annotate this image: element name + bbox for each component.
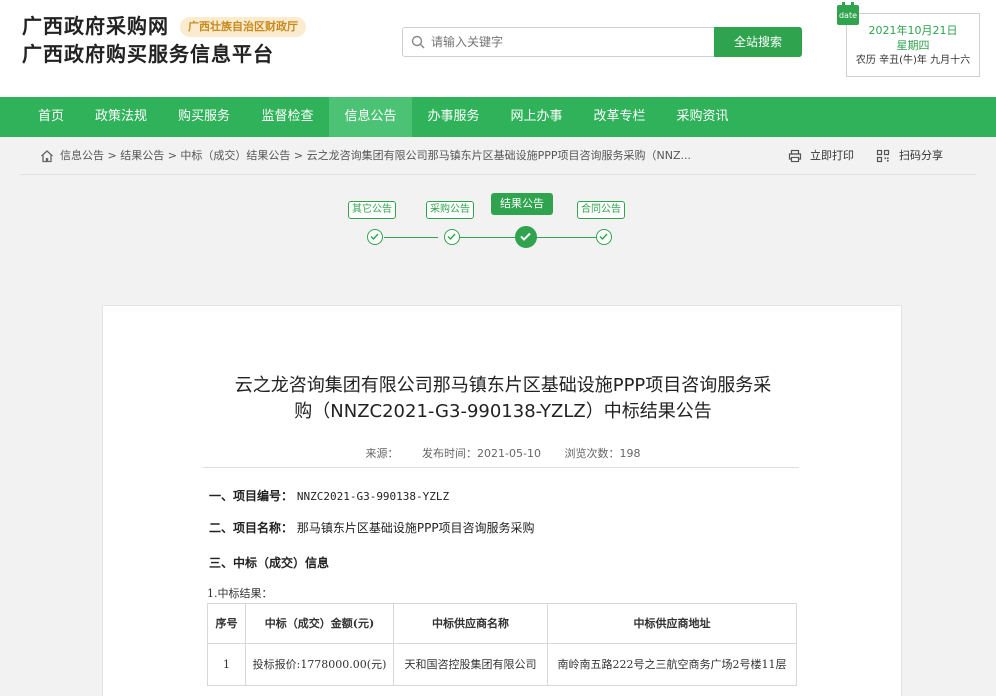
step-connector (537, 237, 596, 238)
site-header: 广西政府采购网 广西壮族自治区财政厅 广西政府购买服务信息平台 全站搜索 dat… (0, 0, 996, 97)
nav-item-news[interactable]: 采购资讯 (661, 97, 744, 137)
project-number-label: 一、项目编号： (209, 489, 294, 503)
dept-badge[interactable]: 广西壮族自治区财政厅 (180, 17, 306, 37)
table-header-row: 序号 中标（成交）金额(元) 中标供应商名称 中标供应商地址 (207, 603, 797, 644)
search-box: 全站搜索 (402, 27, 802, 57)
calendar-icon: date (837, 2, 859, 25)
table-header-amount: 中标（成交）金额(元) (245, 603, 394, 644)
article-panel: 云之龙咨询集团有限公司那马镇东片区基础设施PPP项目咨询服务采 购（NNZC20… (102, 305, 902, 696)
step-check-icon-active[interactable] (515, 226, 537, 248)
search-button[interactable]: 全站搜索 (714, 27, 802, 57)
table-row: 1 投标报价:1778000.00(元) 天和国咨控股集团有限公司 南岭南五路2… (207, 643, 797, 686)
printer-icon[interactable] (788, 149, 802, 163)
award-result-label: 1.中标结果： (207, 587, 273, 600)
check-icon (520, 232, 531, 241)
check-icon (370, 233, 379, 241)
award-result-table: 序号 中标（成交）金额(元) 中标供应商名称 中标供应商地址 1 投标报价:17… (207, 603, 797, 686)
print-button[interactable]: 立即打印 (810, 137, 854, 175)
project-name-value: 那马镇东片区基础设施PPP项目咨询服务采购 (296, 521, 535, 535)
step-check-icon[interactable] (444, 229, 460, 245)
site-subtitle[interactable]: 广西政府购买服务信息平台 (22, 40, 274, 68)
article-views: 浏览次数：198 (564, 447, 641, 460)
main-nav: 首页 政策法规 购买服务 监督检查 信息公告 办事服务 网上办事 改革专栏 采购… (0, 97, 996, 137)
date-lunar: 农历 辛丑(牛)年 九月十六 (855, 55, 971, 66)
breadcrumb-container: 信息公告 > 结果公告 > 中标（成交）结果公告 > 云之龙咨询集团有限公司那马… (20, 137, 976, 175)
project-number-value: NNZC2021-G3-990138-YZLZ (296, 490, 450, 503)
article-meta: 来源： 发布时间：2021-05-10 浏览次数：198 (203, 445, 803, 461)
step-connector (460, 237, 515, 238)
article-title-line1: 云之龙咨询集团有限公司那马镇东片区基础设施PPP项目咨询服务采 (234, 375, 772, 396)
meta-divider (203, 467, 799, 468)
nav-item-reform[interactable]: 改革专栏 (578, 97, 661, 137)
check-icon (599, 233, 608, 241)
project-name: 二、项目名称： 那马镇东片区基础设施PPP项目咨询服务采购 (209, 519, 535, 536)
table-cell-address: 南岭南五路222号之三航空商务广场2号楼11层 (547, 643, 797, 686)
table-cell-supplier: 天和国咨控股集团有限公司 (393, 643, 548, 686)
breadcrumb[interactable]: 信息公告 > 结果公告 > 中标（成交）结果公告 > 云之龙咨询集团有限公司那马… (60, 137, 691, 175)
step-connector (384, 237, 438, 238)
table-cell-amount: 投标报价:1778000.00(元) (245, 643, 394, 686)
project-number: 一、项目编号： NNZC2021-G3-990138-YZLZ (209, 487, 449, 504)
nav-item-purchase-service[interactable]: 购买服务 (162, 97, 246, 137)
table-header-supplier: 中标供应商名称 (393, 603, 548, 644)
table-header-index: 序号 (207, 603, 246, 644)
date-gregorian: 2021年10月21日 (868, 24, 958, 37)
award-info-label: 三、中标（成交）信息 (209, 556, 330, 570)
search-input[interactable] (431, 28, 711, 56)
qr-code-icon[interactable] (876, 149, 890, 163)
announcement-steps: 其它公告 采购公告 结果公告 合同公告 (0, 190, 996, 260)
article-source: 来源： (365, 447, 399, 460)
nav-item-services[interactable]: 办事服务 (412, 97, 495, 137)
article-title: 云之龙咨询集团有限公司那马镇东片区基础设施PPP项目咨询服务采 购（NNZC20… (203, 373, 803, 425)
check-icon (447, 233, 456, 241)
site-title[interactable]: 广西政府采购网 (22, 12, 169, 40)
table-header-address: 中标供应商地址 (547, 603, 797, 644)
nav-item-online[interactable]: 网上办事 (495, 97, 578, 137)
nav-item-supervision[interactable]: 监督检查 (246, 97, 329, 137)
step-label-result[interactable]: 结果公告 (491, 193, 553, 215)
step-check-icon[interactable] (367, 229, 383, 245)
search-icon (411, 35, 425, 49)
nav-item-policy[interactable]: 政策法规 (80, 97, 162, 137)
project-name-label: 二、项目名称： (209, 521, 294, 535)
article-publish-time: 发布时间：2021-05-10 (422, 447, 541, 460)
date-widget: date 2021年10月21日 星期四 农历 辛丑(牛)年 九月十六 (837, 2, 980, 77)
date-weekday: 星期四 (896, 39, 930, 52)
nav-item-home[interactable]: 首页 (22, 97, 80, 137)
table-cell-index: 1 (207, 643, 246, 686)
share-button[interactable]: 扫码分享 (899, 137, 943, 175)
step-label-contract[interactable]: 合同公告 (577, 201, 625, 219)
home-icon[interactable] (40, 149, 54, 163)
nav-item-announcements[interactable]: 信息公告 (329, 97, 412, 137)
step-label-procurement[interactable]: 采购公告 (426, 201, 474, 219)
step-label-other[interactable]: 其它公告 (348, 201, 396, 219)
step-check-icon[interactable] (596, 229, 612, 245)
award-info-heading: 三、中标（成交）信息 (209, 554, 329, 571)
breadcrumb-bar: 信息公告 > 结果公告 > 中标（成交）结果公告 > 云之龙咨询集团有限公司那马… (0, 137, 996, 175)
article-title-line2: 购（NNZC2021-G3-990138-YZLZ）中标结果公告 (294, 401, 712, 422)
